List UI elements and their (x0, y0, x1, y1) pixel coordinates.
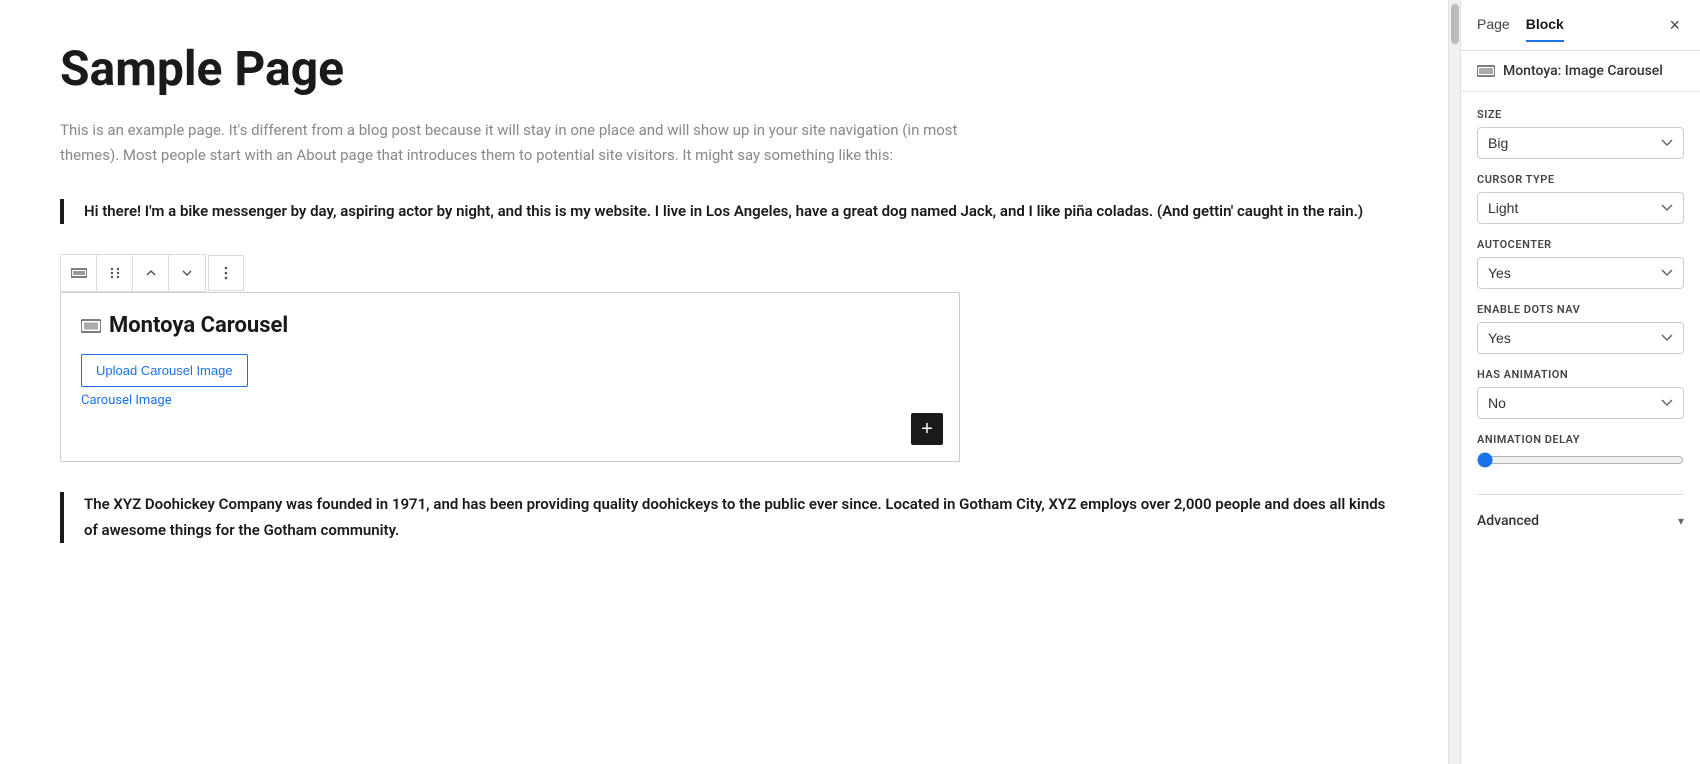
animation-select[interactable]: No Yes (1477, 387, 1684, 419)
carousel-block-title-text: Montoya Carousel (109, 313, 288, 338)
block-info-name: Montoya: Image Carousel (1503, 63, 1663, 79)
toolbar-more-btn[interactable] (208, 255, 244, 291)
add-carousel-item-button[interactable]: + (911, 413, 943, 445)
scroll-thumb[interactable] (1451, 4, 1459, 44)
carousel-icon (71, 268, 87, 278)
scroll-track[interactable] (1448, 0, 1460, 764)
toolbar-move-down-btn[interactable] (169, 255, 205, 291)
main-content: Sample Page This is an example page. It'… (0, 0, 1448, 764)
close-button[interactable]: × (1665, 11, 1684, 40)
animation-delay-slider-container (1477, 452, 1684, 472)
sidebar-fields: SIZE Big Medium Small CURSOR TYPE Light … (1461, 92, 1700, 486)
more-options-icon (219, 266, 233, 280)
chevron-down-icon (181, 267, 193, 279)
advanced-section: Advanced ▾ (1477, 494, 1684, 533)
dots-nav-label: ENABLE DOTS NAV (1477, 303, 1684, 316)
blockquote-2: The XYZ Doohickey Company was founded in… (60, 492, 1388, 543)
animation-label: HAS ANIMATION (1477, 368, 1684, 381)
advanced-label: Advanced (1477, 513, 1539, 529)
tab-block[interactable]: Block (1526, 8, 1564, 42)
carousel-block: Montoya Carousel Upload Carousel Image C… (60, 292, 960, 462)
carousel-block-title: Montoya Carousel (81, 313, 939, 338)
chevron-up-icon (145, 267, 157, 279)
upload-carousel-image-button[interactable]: Upload Carousel Image (81, 354, 248, 387)
drag-icon (108, 266, 122, 280)
block-info: Montoya: Image Carousel (1461, 51, 1700, 92)
advanced-chevron-icon: ▾ (1678, 514, 1684, 528)
toolbar-drag-btn[interactable] (97, 255, 133, 291)
carousel-image-label: Carousel Image (81, 393, 939, 408)
sidebar-header: Page Block × (1461, 0, 1700, 51)
sidebar-tabs: Page Block (1477, 8, 1564, 42)
cursor-type-label: CURSOR TYPE (1477, 173, 1684, 186)
autocenter-select[interactable]: Yes No (1477, 257, 1684, 289)
sidebar: Page Block × Montoya: Image Carousel SIZ… (1460, 0, 1700, 764)
blockquote-2-text: The XYZ Doohickey Company was founded in… (84, 492, 1388, 543)
dots-nav-select[interactable]: Yes No (1477, 322, 1684, 354)
block-info-icon (1477, 65, 1495, 77)
size-label: SIZE (1477, 108, 1684, 121)
carousel-block-icon (81, 319, 101, 333)
blockquote-1-text: Hi there! I'm a bike messenger by day, a… (84, 199, 1388, 225)
animation-delay-label: ANIMATION DELAY (1477, 433, 1684, 446)
size-select[interactable]: Big Medium Small (1477, 127, 1684, 159)
blockquote-1: Hi there! I'm a bike messenger by day, a… (60, 199, 1388, 225)
toolbar-block-icon-btn[interactable] (61, 255, 97, 291)
animation-delay-slider[interactable] (1477, 452, 1684, 468)
advanced-header[interactable]: Advanced ▾ (1477, 509, 1684, 533)
cursor-type-select[interactable]: Light Dark None (1477, 192, 1684, 224)
toolbar-group (60, 254, 206, 292)
block-toolbar (60, 254, 244, 292)
toolbar-move-up-btn[interactable] (133, 255, 169, 291)
autocenter-label: AUTOCENTER (1477, 238, 1684, 251)
page-description: This is an example page. It's different … (60, 118, 960, 169)
tab-page[interactable]: Page (1477, 8, 1510, 42)
page-title: Sample Page (60, 40, 1388, 98)
